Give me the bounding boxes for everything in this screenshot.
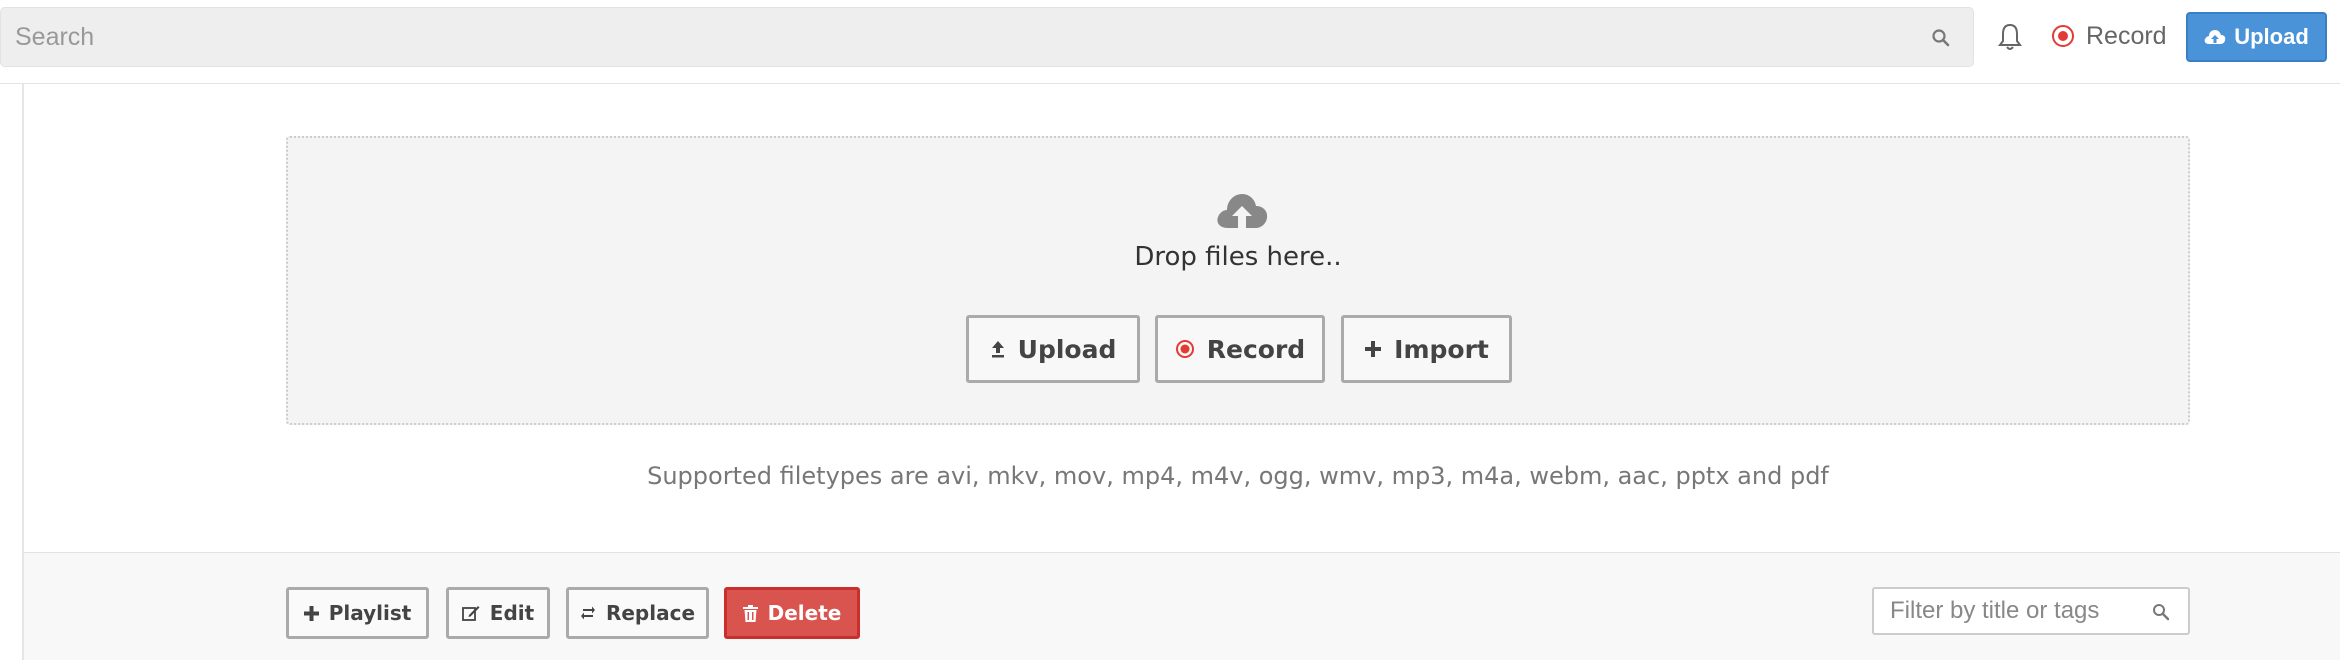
search-input[interactable] xyxy=(15,8,1915,66)
replace-button-label: Replace xyxy=(605,601,696,625)
supported-filetypes-text: Supported filetypes are avi, mkv, mov, m… xyxy=(647,462,1829,490)
cloud-upload-icon xyxy=(1217,194,1268,228)
drop-files-text: Drop files here.. xyxy=(1134,242,1342,272)
filter-input[interactable] xyxy=(1890,589,2150,633)
replace-button[interactable]: Replace xyxy=(566,587,709,639)
edit-button[interactable]: Edit xyxy=(446,587,550,639)
record-dot-icon xyxy=(2052,25,2074,47)
dropzone-import-button[interactable]: Import xyxy=(1341,315,1512,383)
search-icon[interactable] xyxy=(2152,603,2170,621)
cloud-upload-icon xyxy=(2204,30,2226,44)
search-icon[interactable] xyxy=(1931,28,1951,48)
playlist-button-label: Playlist xyxy=(328,601,412,625)
plus-icon xyxy=(1364,340,1382,358)
dropzone-upload-label: Upload xyxy=(1017,334,1117,364)
drop-zone[interactable]: Drop files here.. Upload Record Import xyxy=(286,136,2190,425)
edit-icon xyxy=(461,605,480,621)
top-bar: Record Upload xyxy=(0,0,2340,84)
dropzone-import-label: Import xyxy=(1394,334,1489,364)
dropzone-upload-button[interactable]: Upload xyxy=(966,315,1140,383)
plus-icon xyxy=(303,605,319,621)
playlist-button[interactable]: Playlist xyxy=(286,587,429,639)
trash-icon xyxy=(742,604,758,622)
search-bar xyxy=(0,7,1974,67)
bell-icon[interactable] xyxy=(1996,22,2024,52)
upload-button[interactable]: Upload xyxy=(2186,12,2327,62)
dropzone-record-label: Record xyxy=(1206,334,1306,364)
media-toolbar: Playlist Edit Replace Delete xyxy=(24,552,2340,660)
delete-button-label: Delete xyxy=(767,601,842,625)
filter-box xyxy=(1872,587,2190,635)
delete-button[interactable]: Delete xyxy=(724,587,860,639)
record-link-label: Record xyxy=(2086,21,2167,50)
edit-button-label: Edit xyxy=(489,601,535,625)
replace-icon xyxy=(580,605,596,621)
record-link[interactable]: Record xyxy=(2052,18,2167,54)
record-dot-icon xyxy=(1175,339,1195,359)
upload-arrow-icon xyxy=(990,340,1006,358)
dropzone-record-button[interactable]: Record xyxy=(1155,315,1325,383)
upload-button-label: Upload xyxy=(2234,24,2309,49)
